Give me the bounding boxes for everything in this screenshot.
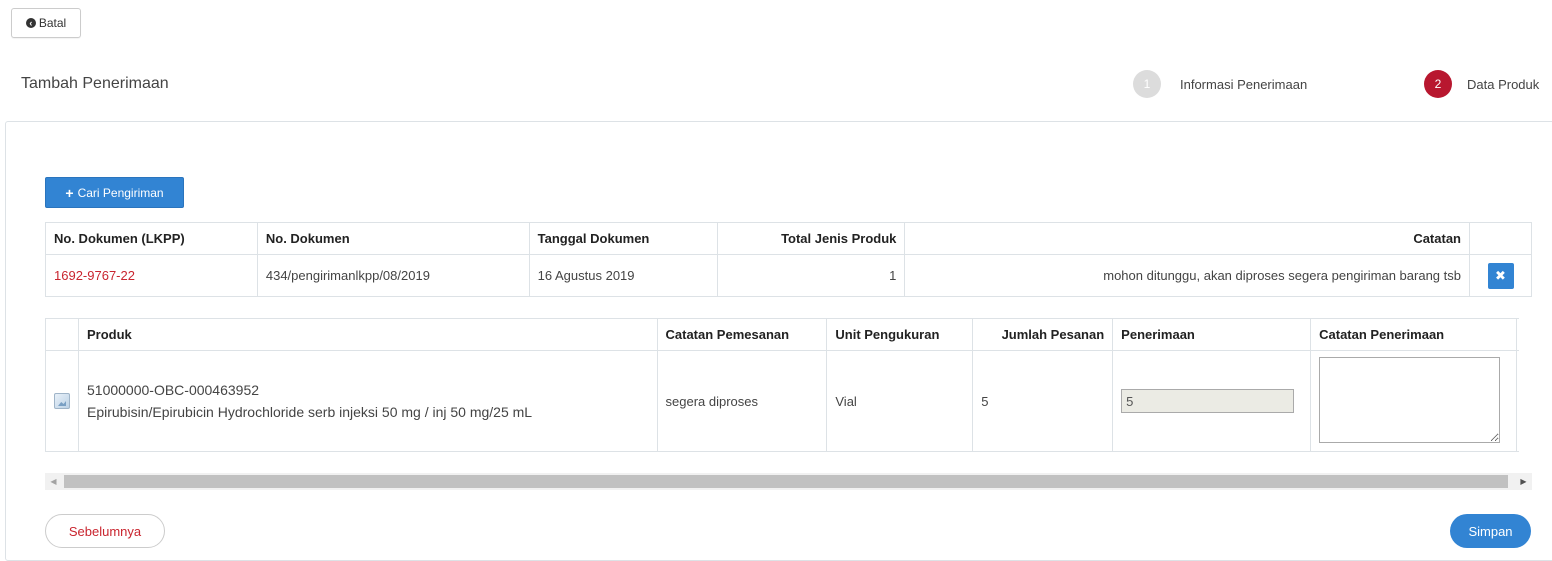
horizontal-scrollbar[interactable]: ◀ ▶ bbox=[45, 473, 1532, 490]
broken-image-icon bbox=[54, 393, 70, 409]
note-cell: mohon ditunggu, akan diproses segera pen… bbox=[904, 254, 1470, 297]
documents-header-row: No. Dokumen (LKPP) No. Dokumen Tanggal D… bbox=[45, 222, 1532, 255]
products-table-scroll: Produk Catatan Pemesanan Unit Pengukuran… bbox=[45, 318, 1519, 453]
order-note-cell: segera diproses bbox=[656, 350, 828, 452]
page-title: Tambah Penerimaan bbox=[21, 75, 169, 92]
col-header-lkpp: No. Dokumen (LKPP) bbox=[45, 222, 258, 255]
documents-table: No. Dokumen (LKPP) No. Dokumen Tanggal D… bbox=[45, 222, 1532, 297]
step-2: 2 Data Produk bbox=[1424, 70, 1539, 98]
action-cell: ✖ bbox=[1469, 254, 1532, 297]
image-cell bbox=[45, 350, 79, 452]
col-header-note: Catatan bbox=[904, 222, 1470, 255]
col-header-received: Penerimaan bbox=[1112, 318, 1312, 351]
step-1: 1 Informasi Penerimaan bbox=[1133, 70, 1307, 98]
table-row: 1692-9767-22 434/pengirimanlkpp/08/2019 … bbox=[45, 254, 1532, 297]
date-cell: 16 Agustus 2019 bbox=[528, 254, 718, 297]
step-2-label: Data Produk bbox=[1467, 76, 1540, 92]
col-header-product: Produk bbox=[78, 318, 658, 351]
step-1-number: 1 bbox=[1133, 70, 1161, 98]
col-header-action bbox=[1469, 222, 1532, 255]
receive-note-textarea[interactable] bbox=[1319, 356, 1501, 443]
col-header-qty: Jumlah Pesanan bbox=[972, 318, 1114, 351]
doc-no-cell: 434/pengirimanlkpp/08/2019 bbox=[256, 254, 530, 297]
product-code: 51000000-OBC-000463952 bbox=[87, 382, 260, 398]
scroll-right-icon[interactable]: ▶ bbox=[1515, 473, 1532, 490]
search-shipment-button[interactable]: + Cari Pengiriman bbox=[45, 177, 184, 208]
lkpp-link[interactable]: 1692-9767-22 bbox=[45, 254, 258, 297]
col-header-date: Tanggal Dokumen bbox=[528, 222, 718, 255]
plus-icon: + bbox=[65, 184, 74, 201]
received-qty-input[interactable] bbox=[1121, 389, 1295, 413]
products-header-row: Produk Catatan Pemesanan Unit Pengukuran… bbox=[45, 318, 1519, 351]
step-1-label: Informasi Penerimaan bbox=[1180, 76, 1308, 92]
extra-cell bbox=[1516, 350, 1519, 452]
unit-cell: Vial bbox=[826, 350, 974, 452]
step-2-number: 2 bbox=[1424, 70, 1452, 98]
cancel-button-label: Batal bbox=[38, 16, 67, 30]
save-button[interactable]: Simpan bbox=[1450, 514, 1531, 548]
col-header-image bbox=[45, 318, 79, 351]
total-cell: 1 bbox=[716, 254, 906, 297]
col-header-total: Total Jenis Produk bbox=[716, 222, 906, 255]
qty-cell: 5 bbox=[972, 350, 1114, 452]
receive-note-cell bbox=[1310, 350, 1518, 452]
col-header-order-note: Catatan Pemesanan bbox=[656, 318, 828, 351]
remove-button[interactable]: ✖ bbox=[1487, 262, 1514, 289]
scrollbar-thumb[interactable] bbox=[64, 475, 1508, 488]
cancel-button[interactable]: ‹ Batal bbox=[11, 8, 81, 38]
product-cell: 51000000-OBC-000463952 Epirubisin/Epirub… bbox=[78, 350, 658, 452]
close-icon: ✖ bbox=[1495, 267, 1506, 283]
circle-arrow-icon: ‹ bbox=[25, 18, 36, 28]
scroll-left-icon[interactable]: ◀ bbox=[45, 473, 62, 490]
col-header-doc-no: No. Dokumen bbox=[256, 222, 530, 255]
table-row: 51000000-OBC-000463952 Epirubisin/Epirub… bbox=[45, 350, 1519, 452]
col-header-unit: Unit Pengukuran bbox=[826, 318, 974, 351]
products-table: Produk Catatan Pemesanan Unit Pengukuran… bbox=[45, 318, 1519, 452]
product-name: Epirubisin/Epirubicin Hydrochloride serb… bbox=[87, 404, 533, 420]
col-header-extra bbox=[1516, 318, 1519, 351]
search-shipment-label: Cari Pengiriman bbox=[77, 185, 164, 200]
previous-button[interactable]: Sebelumnya bbox=[45, 514, 165, 548]
received-cell bbox=[1112, 350, 1312, 452]
col-header-receive-note: Catatan Penerimaan bbox=[1310, 318, 1518, 351]
